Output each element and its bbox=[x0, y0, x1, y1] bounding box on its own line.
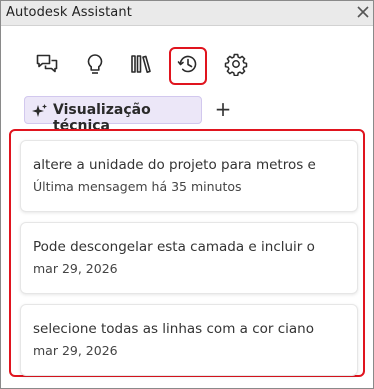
tab-visualizacao-tecnica[interactable]: Visualização técnica bbox=[24, 96, 202, 134]
toolbar bbox=[1, 45, 373, 91]
library-icon bbox=[129, 52, 153, 80]
history-list: altere a unidade do projeto para metros … bbox=[9, 129, 365, 377]
assistant-panel: Autodesk Assistant Visualização técnica … bbox=[0, 0, 374, 389]
tool-library[interactable] bbox=[122, 47, 160, 85]
history-item[interactable]: selecione todas as linhas com a cor cian… bbox=[20, 304, 358, 376]
history-item-meta: Última mensagem há 35 minutos bbox=[33, 179, 242, 194]
history-item[interactable]: Pode descongelar esta camada e incluir o… bbox=[20, 222, 358, 294]
history-item-title: Pode descongelar esta camada e incluir o bbox=[33, 239, 315, 255]
history-item[interactable]: altere a unidade do projeto para metros … bbox=[20, 140, 358, 212]
add-tab-button[interactable]: + bbox=[212, 97, 234, 121]
title-bar: Autodesk Assistant bbox=[1, 1, 373, 26]
tool-tips[interactable] bbox=[76, 47, 114, 85]
tool-chat[interactable] bbox=[28, 47, 66, 85]
tool-settings[interactable] bbox=[217, 47, 255, 85]
gear-icon bbox=[224, 52, 248, 80]
lightbulb-icon bbox=[84, 52, 106, 80]
history-item-meta: mar 29, 2026 bbox=[33, 261, 118, 276]
close-icon[interactable] bbox=[354, 3, 372, 21]
history-item-title: selecione todas as linhas com a cor cian… bbox=[33, 321, 314, 337]
tab-bar: Visualização técnica + bbox=[1, 95, 373, 134]
history-item-title: altere a unidade do projeto para metros … bbox=[33, 157, 316, 173]
sparkle-icon bbox=[32, 103, 48, 123]
chat-bubbles-icon bbox=[35, 52, 59, 80]
window-title: Autodesk Assistant bbox=[6, 5, 132, 20]
history-icon bbox=[176, 52, 200, 80]
tool-history[interactable] bbox=[169, 47, 207, 85]
history-item-meta: mar 29, 2026 bbox=[33, 343, 118, 358]
